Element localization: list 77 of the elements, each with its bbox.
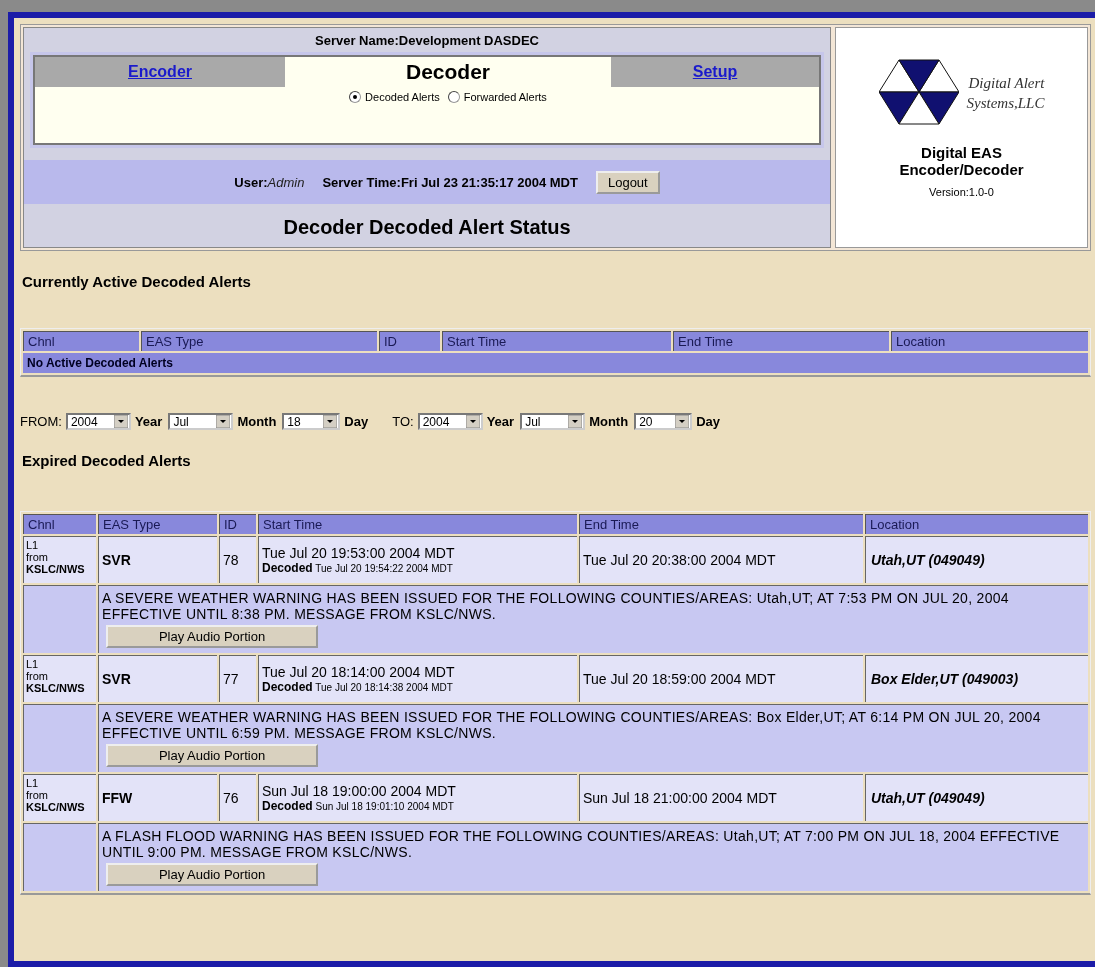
column-header: Chnl	[23, 514, 96, 534]
location-cell: Box Elder,UT (049003)	[865, 655, 1088, 702]
date-select[interactable]: 20	[634, 413, 693, 430]
decoded-time: Decoded Tue Jul 20 19:54:22 2004 MDT	[262, 561, 454, 575]
dropdown-arrow-icon	[568, 415, 583, 428]
start-time: Tue Jul 20 18:14:00 2004 MDT	[262, 664, 456, 680]
dropdown-arrow-icon	[323, 415, 338, 428]
dropdown-arrow-icon	[216, 415, 231, 428]
date-unit-label: Year	[134, 414, 163, 429]
radio-button[interactable]	[349, 91, 362, 103]
radio-button[interactable]	[447, 91, 460, 103]
radio-label[interactable]: Forwarded Alerts	[463, 91, 547, 103]
channel-cell: L1 from KSLC/NWS	[23, 655, 96, 702]
play-audio-button[interactable]: Play Audio Portion	[106, 863, 318, 886]
nav-tab[interactable]: Setup	[611, 57, 819, 87]
decoded-time: Decoded Sun Jul 18 19:01:10 2004 MDT	[262, 799, 455, 813]
start-time: Tue Jul 20 19:53:00 2004 MDT	[262, 545, 456, 561]
column-header: ID	[379, 331, 440, 351]
eas-type-cell: FFW	[98, 774, 217, 821]
column-header: Chnl	[23, 331, 139, 351]
column-header: End Time	[673, 331, 889, 351]
date-select[interactable]: 2004	[65, 413, 131, 430]
server-time: Server Time:Fri Jul 23 21:35:17 2004 MDT	[322, 174, 578, 190]
play-audio-button[interactable]: Play Audio Portion	[106, 625, 318, 648]
alert-message: A SEVERE WEATHER WARNING HAS BEEN ISSUED FOR THE FOLLOWING COUNTIES/AREAS: Utah,UT; AT 7:53 PM ON JUL 20, 2004 EFFECTIVE UNTIL 8:38 PM. MESSAGE FROM KSLC/NWS.	[102, 590, 1010, 622]
user-info: User:Admin	[234, 174, 305, 190]
channel-cell: L1 from KSLC/NWS	[23, 536, 96, 583]
id-cell: 78	[219, 536, 256, 583]
end-time-cell: Tue Jul 20 18:59:00 2004 MDT	[579, 655, 863, 702]
date-select[interactable]: 18	[282, 413, 341, 430]
product-name: Digital EAS Encoder/Decoder	[898, 144, 1025, 178]
column-header: Location	[865, 514, 1088, 534]
date-unit-label: Year	[486, 414, 515, 429]
section-title: Currently Active Decoded Alerts	[22, 273, 252, 290]
date-select[interactable]: Jul	[520, 413, 586, 430]
location-cell: Utah,UT (049049)	[865, 774, 1088, 821]
column-header: ID	[219, 514, 256, 534]
column-header: Start Time	[442, 331, 671, 351]
date-select[interactable]: 2004	[417, 413, 483, 430]
logout-button[interactable]: Logout	[595, 170, 660, 194]
to-label: TO:	[392, 414, 414, 429]
dropdown-arrow-icon	[113, 415, 128, 428]
alert-message: A FLASH FLOOD WARNING HAS BEEN ISSUED FOR THE FOLLOWING COUNTIES/AREAS: Utah,UT; AT 7:00 PM ON JUL 18, 2004 EFFECTIVE UNTIL 9:00 PM. MESSAGE FROM KSLC/NWS.	[102, 828, 1061, 860]
date-unit-label: Month	[237, 414, 277, 429]
nav-tab[interactable]: Encoder	[35, 57, 285, 87]
id-cell: 77	[219, 655, 256, 702]
location-cell: Utah,UT (049049)	[865, 536, 1088, 583]
date-unit-label: Day	[344, 414, 369, 429]
dropdown-arrow-icon	[465, 415, 480, 428]
channel-cell: L1 from KSLC/NWS	[23, 774, 96, 821]
start-time: Sun Jul 18 19:00:00 2004 MDT	[262, 783, 457, 799]
company-name: Digital Alert Systems,LLC	[966, 74, 1045, 113]
empty-message: No Active Decoded Alerts	[23, 353, 1088, 373]
column-header: EAS Type	[98, 514, 217, 534]
page-title: Decoder Decoded Alert Status	[282, 215, 572, 240]
eas-type-cell: SVR	[98, 655, 217, 702]
from-label: FROM:	[20, 414, 62, 429]
column-header: Start Time	[258, 514, 577, 534]
dropdown-arrow-icon	[675, 415, 690, 428]
logo-icon	[878, 58, 959, 128]
alert-message: A SEVERE WEATHER WARNING HAS BEEN ISSUED FOR THE FOLLOWING COUNTIES/AREAS: Box Elder,UT; AT 6:14 PM ON JUL 20, 2004 EFFECTIVE UNTIL 6:59 PM. MESSAGE FROM KSLC/NWS.	[102, 709, 1042, 741]
end-time-cell: Tue Jul 20 20:38:00 2004 MDT	[579, 536, 863, 583]
version-text: Version:1.0-0	[929, 186, 994, 198]
eas-type-cell: SVR	[98, 536, 217, 583]
play-audio-button[interactable]: Play Audio Portion	[106, 744, 318, 767]
column-header: Location	[891, 331, 1088, 351]
radio-label[interactable]: Decoded Alerts	[365, 91, 440, 103]
section-title: Expired Decoded Alerts	[22, 452, 192, 469]
date-unit-label: Day	[696, 414, 720, 429]
end-time-cell: Sun Jul 18 21:00:00 2004 MDT	[579, 774, 863, 821]
server-name: Server Name:Development DASDEC	[314, 32, 540, 50]
date-unit-label: Month	[589, 414, 629, 429]
column-header: End Time	[579, 514, 863, 534]
id-cell: 76	[219, 774, 256, 821]
column-header: EAS Type	[141, 331, 377, 351]
date-select[interactable]: Jul	[168, 413, 234, 430]
decoded-time: Decoded Tue Jul 20 18:14:38 2004 MDT	[262, 680, 454, 694]
